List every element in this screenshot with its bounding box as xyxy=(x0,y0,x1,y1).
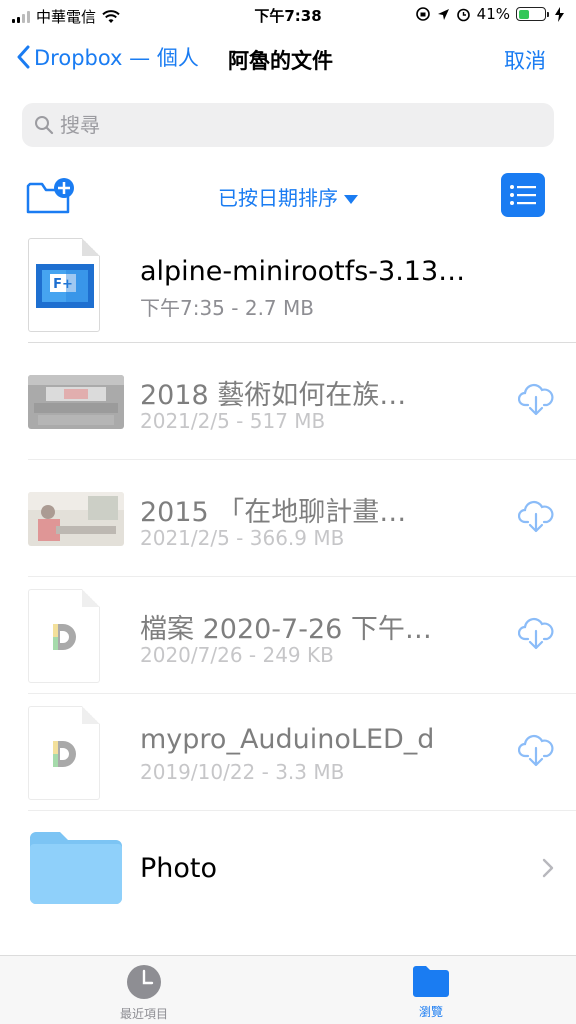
cloud-download-icon xyxy=(517,383,554,415)
video-thumbnail xyxy=(28,374,124,429)
charging-bolt-icon xyxy=(555,6,564,22)
cloud-download-icon xyxy=(517,617,554,649)
sort-label: 已按日期排序 xyxy=(218,186,338,210)
battery-icon xyxy=(516,7,549,21)
back-label: Dropbox — 個人 xyxy=(34,46,199,70)
status-bar: 中華電信 下午7:38 41% xyxy=(0,0,576,30)
folder-row[interactable]: Photo xyxy=(0,811,576,928)
download-button[interactable] xyxy=(517,500,554,538)
sort-by-date-button[interactable]: 已按日期排序 xyxy=(0,182,576,211)
file-meta: 下午7:35 - 2.7 MB xyxy=(140,296,314,320)
clock-icon xyxy=(127,965,161,999)
search-input[interactable] xyxy=(60,113,510,137)
folder-icon xyxy=(30,831,122,904)
file-row[interactable]: F+ alpine-minirootfs-3.13… 下午7:35 - 2.7 … xyxy=(0,226,576,343)
file-list: F+ alpine-minirootfs-3.13… 下午7:35 - 2.7 … xyxy=(0,226,576,928)
tab-browse-label: 瀏覽 xyxy=(418,1005,443,1019)
d-file-icon xyxy=(28,705,100,800)
folder-fill-icon xyxy=(413,966,449,997)
cancel-button[interactable]: 取消 xyxy=(504,45,546,75)
caret-down-icon xyxy=(344,195,358,204)
download-button[interactable] xyxy=(517,383,554,421)
folder-name: Photo xyxy=(140,853,218,884)
tab-recent[interactable]: 最近項目 xyxy=(74,964,214,1022)
video-thumbnail xyxy=(28,491,124,546)
file-name: 檔案 2020-7-26 下午… xyxy=(140,614,432,645)
toolbar: 已按日期排序 xyxy=(0,170,576,220)
file-meta: 2021/2/5 - 517 MB xyxy=(140,409,326,433)
file-row[interactable]: 2015 「在地聊計畫… 2021/2/5 - 366.9 MB xyxy=(0,460,576,577)
file-row[interactable]: 檔案 2020-7-26 下午… 2020/7/26 - 249 KB xyxy=(0,577,576,694)
cloud-download-icon xyxy=(517,500,554,532)
chevron-left-icon xyxy=(17,45,30,69)
file-meta: 2021/2/5 - 366.9 MB xyxy=(140,526,345,550)
cloud-download-icon xyxy=(517,734,554,766)
file-meta: 2020/7/26 - 249 KB xyxy=(140,643,334,667)
search-bar[interactable] xyxy=(22,103,554,147)
file-name: alpine-minirootfs-3.13… xyxy=(140,256,466,287)
list-view-button[interactable] xyxy=(501,173,545,217)
rotation-lock-icon xyxy=(415,7,430,21)
location-icon xyxy=(437,8,449,20)
tab-recent-label: 最近項目 xyxy=(119,1007,168,1021)
tab-bar: 最近項目 瀏覽 xyxy=(0,955,576,1024)
back-button[interactable]: Dropbox — 個人 xyxy=(16,42,199,72)
app-file-icon: F+ xyxy=(28,237,100,332)
tab-browse[interactable]: 瀏覽 xyxy=(361,964,501,1020)
chevron-right-icon xyxy=(542,858,554,882)
d-file-icon xyxy=(28,588,100,683)
list-icon xyxy=(510,185,536,205)
download-button[interactable] xyxy=(517,617,554,655)
file-name: mypro_AuduinoLED_d xyxy=(140,724,435,755)
file-row[interactable]: mypro_AuduinoLED_d 2019/10/22 - 3.3 MB xyxy=(0,694,576,811)
navigation-bar: Dropbox — 個人 阿魯的文件 取消 xyxy=(0,36,576,84)
file-meta: 2019/10/22 - 3.3 MB xyxy=(140,760,345,784)
page-title: 阿魯的文件 xyxy=(228,49,333,73)
battery-percent: 41% xyxy=(476,5,510,23)
search-icon xyxy=(35,116,54,135)
alarm-icon xyxy=(456,8,470,21)
download-button[interactable] xyxy=(517,734,554,772)
file-name: 2018 藝術如何在族… xyxy=(140,380,407,411)
file-name: 2015 「在地聊計畫… xyxy=(140,497,407,528)
files-picker-screen: 中華電信 下午7:38 41% Dropbox — 個人 阿魯的文件 取消 搜尋… xyxy=(0,0,576,1024)
file-row[interactable]: 2018 藝術如何在族… 2021/2/5 - 517 MB xyxy=(0,343,576,460)
